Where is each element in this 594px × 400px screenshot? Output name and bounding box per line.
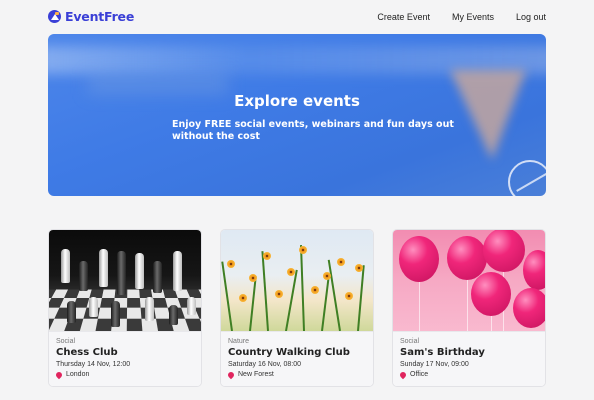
flower-stem [321,273,330,331]
nav-links: Create Event My Events Log out [377,12,546,22]
balloon [471,272,511,316]
flower-stem [299,245,305,331]
chess-piece [187,297,196,315]
balloon [399,236,439,282]
flower-stem [357,265,365,331]
event-card-body: Nature Country Walking Club Saturday 16 … [221,331,373,386]
event-title: Chess Club [56,347,118,358]
flower-stem [285,269,298,331]
flower [239,294,247,302]
balloon [513,288,545,328]
flower [249,274,257,282]
balloons-image [393,230,545,331]
hero-ferris-wheel [508,160,546,196]
chess-piece [89,297,98,317]
flower [345,292,353,300]
log-out-link[interactable]: Log out [516,12,546,22]
event-card[interactable]: Social Chess Club Thursday 14 Nov, 12:00… [48,229,202,387]
hero-flag-shape [450,70,526,160]
top-nav: EventFree Create Event My Events Log out [0,0,594,34]
flower-stem [261,251,269,331]
flower-stem [249,276,257,331]
flower-stem [221,261,233,331]
event-card-body: Social Sam's Birthday Sunday 17 Nov, 09:… [393,331,545,386]
event-datetime: Sunday 17 Nov, 09:00 [400,361,469,368]
event-list: Social Chess Club Thursday 14 Nov, 12:00… [48,229,546,387]
flower-stem [327,259,341,331]
event-title: Sam's Birthday [400,347,485,358]
balloon [483,230,525,272]
event-card[interactable]: Nature Country Walking Club Saturday 16 … [220,229,374,387]
event-location-text: New Forest [238,371,274,378]
balloon [523,250,545,290]
flower [287,268,295,276]
flower [337,258,345,266]
brand-name: EventFree [65,9,135,24]
chess-piece [145,297,154,321]
my-events-link[interactable]: My Events [452,12,494,22]
event-category: Social [400,338,420,345]
chess-piece [99,249,108,287]
flower [227,260,235,268]
hero-bunting-blur-2 [88,74,228,94]
flower [299,246,307,254]
flower [323,272,331,280]
chess-piece [173,251,182,291]
event-category: Social [56,338,76,345]
chess-piece [111,301,120,327]
chess-piece [79,261,88,291]
event-card[interactable]: Social Sam's Birthday Sunday 17 Nov, 09:… [392,229,546,387]
chess-image [49,230,201,331]
event-location: Office [398,370,545,379]
flower [275,290,283,298]
chess-piece [61,249,70,283]
hero-banner: Explore events Enjoy FREE social events,… [48,34,546,196]
event-location: London [54,370,201,379]
event-datetime: Thursday 14 Nov, 12:00 [56,361,131,368]
event-location-text: London [66,371,90,378]
chess-piece [135,253,144,289]
chess-piece [169,305,178,325]
flowers-image [221,230,373,331]
create-event-link[interactable]: Create Event [377,12,430,22]
location-pin-icon [398,370,408,379]
event-datetime: Saturday 16 Nov, 08:00 [228,361,302,368]
event-location-text: Office [410,371,429,378]
hero-subtitle: Enjoy FREE social events, webinars and f… [172,119,454,142]
eventfree-logo-icon [48,10,61,23]
event-title: Country Walking Club [228,347,350,358]
event-card-body: Social Chess Club Thursday 14 Nov, 12:00… [49,331,201,386]
brand-link[interactable]: EventFree [48,9,134,24]
event-category: Nature [228,338,250,345]
chess-piece [153,261,162,293]
flower [355,264,363,272]
hero-title: Explore events [234,92,360,110]
flower [311,286,319,294]
location-pin-icon [54,370,64,379]
event-location: New Forest [226,370,373,379]
flower [263,252,271,260]
location-pin-icon [226,370,236,379]
chess-piece [67,301,76,323]
chess-piece [117,251,126,295]
